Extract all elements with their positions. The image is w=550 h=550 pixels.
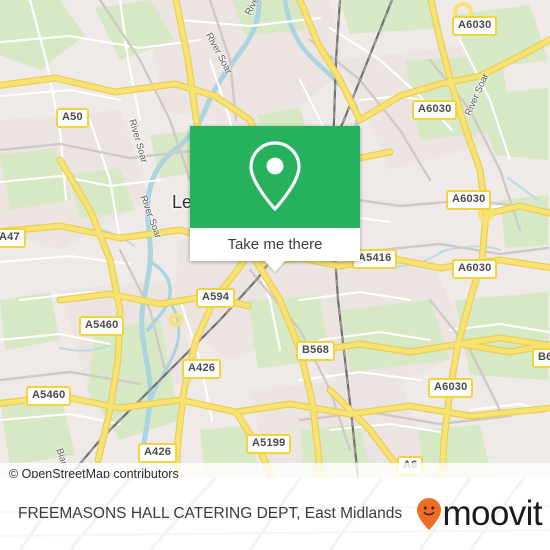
road-shield: A426 — [182, 359, 222, 379]
take-me-there-label: Take me there — [227, 236, 323, 253]
road-shield: B6 — [532, 348, 550, 368]
popup-header — [190, 126, 360, 228]
map-pin-icon — [249, 141, 301, 211]
road-shield: A6030 — [452, 16, 498, 36]
popup-footer[interactable]: Take me there — [190, 228, 360, 261]
road-shield: A6030 — [412, 100, 458, 120]
moovit-wordmark: moovit — [442, 494, 543, 533]
road-shield: A47 — [0, 228, 26, 248]
moovit-smiley-pin-icon — [416, 498, 441, 530]
road-shield: A6030 — [446, 190, 492, 210]
attribution-bar: © OpenStreetMap contributors — [0, 463, 550, 478]
map-canvas[interactable]: River Soar River Soar River Soar River S… — [0, 0, 550, 478]
moovit-brand-lockup[interactable]: moovit — [416, 494, 543, 533]
location-popup-card[interactable]: Take me there — [190, 126, 360, 272]
road-shield: A5460 — [26, 386, 72, 406]
road-shield: B568 — [296, 341, 336, 361]
road-shield: A6030 — [452, 259, 498, 279]
moovit-map-screenshot: River Soar River Soar River Soar River S… — [0, 0, 550, 550]
road-shield: A50 — [56, 108, 89, 128]
popup-pointer — [265, 261, 285, 272]
road-shield: A5199 — [246, 434, 292, 454]
road-shield: A6030 — [428, 378, 474, 398]
road-shield: A594 — [196, 288, 236, 308]
road-shield: A5460 — [79, 316, 125, 336]
road-shield: A426 — [138, 443, 178, 463]
osm-attribution-text[interactable]: © OpenStreetMap contributors — [0, 467, 179, 478]
place-caption-title: FREEMASONS HALL CATERING DEPT, East Midl… — [18, 505, 403, 522]
caption-bar: FREEMASONS HALL CATERING DEPT, East Midl… — [0, 478, 550, 550]
